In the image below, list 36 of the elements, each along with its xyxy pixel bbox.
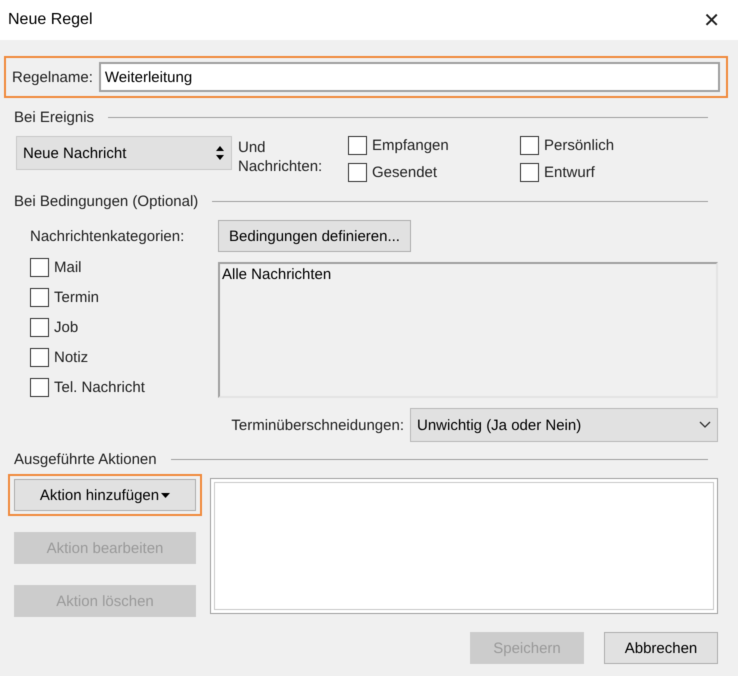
checkbox[interactable] [30,348,49,367]
field-label: Nachrichtenkategorien: [30,228,186,245]
rule-name-field[interactable]: Weiterleitung [98,62,720,92]
checkbox[interactable] [348,136,367,155]
checkbox[interactable] [30,258,49,277]
field-label: Terminüberschneidungen: [231,416,404,434]
section-heading: Bei Ereignis [14,108,94,126]
chevron-down-icon [699,421,711,429]
checkbox[interactable] [520,163,539,182]
action-button[interactable]: Aktion hinzufügen [14,479,196,511]
checkbox-label: Tel. Nachricht [54,379,145,396]
field-label: Regelname: [12,68,93,86]
checkbox-label: Gesendet [372,164,438,181]
up-down-icon [215,145,225,161]
window-title: Neue Regel [8,11,92,29]
checkbox-label: Termin [54,289,100,306]
section-heading: Ausgeführte Aktionen [14,450,157,468]
dialog-button[interactable]: Abbrechen [604,632,718,664]
checkbox-label: Mail [54,259,82,276]
checkbox-label: Empfangen [372,137,449,154]
summary-text: Alle Nachrichten [222,266,332,283]
define-conditions-button[interactable]: Bedingungen definieren... [218,220,411,252]
checkbox[interactable] [348,163,367,182]
checkbox-label: Notiz [54,349,88,366]
section-heading: Bei Bedingungen (Optional) [14,192,198,210]
field-label: Und Nachrichten: [238,138,324,176]
checkbox[interactable] [30,288,49,307]
close-button[interactable]: ✕ [697,8,726,32]
overlap-select[interactable]: Unwichtig (Ja oder Nein) [410,408,718,442]
checkbox[interactable] [30,318,49,337]
checkbox-label: Persönlich [544,137,614,154]
checkbox[interactable] [30,378,49,397]
checkbox-label: Entwurf [544,164,595,181]
checkbox-label: Job [54,319,78,336]
event-select[interactable]: Neue Nachricht [16,136,232,170]
checkbox[interactable] [520,136,539,155]
